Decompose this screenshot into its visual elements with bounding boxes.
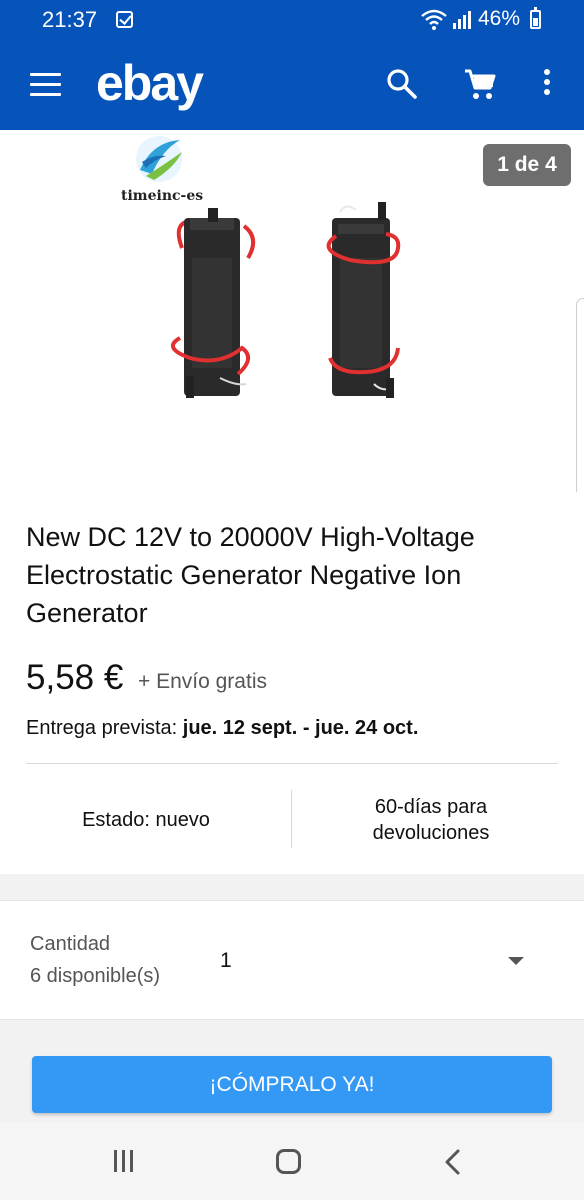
status-time: 21:37 (42, 7, 98, 32)
product-title: New DC 12V to 20000V High-Voltage Electr… (26, 522, 475, 628)
condition-info[interactable]: Estado: nuevo (0, 792, 292, 848)
battery-percent: 46% (478, 7, 521, 30)
scroll-handle[interactable] (576, 298, 584, 524)
battery-icon (530, 7, 541, 29)
condition-label: Estado: nuevo (82, 808, 210, 831)
image-gallery[interactable]: timeinc-es 1 de 4 (0, 130, 584, 524)
quantity-selector[interactable]: Cantidad 6 disponible(s) 1 (0, 900, 584, 1020)
signal-icon (453, 11, 471, 29)
status-bar: 21:37 46% (0, 0, 584, 40)
wifi-icon (421, 9, 447, 30)
buy-now-button[interactable]: ¡CÓMPRALO YA! (32, 1056, 552, 1113)
app-bar: ebay (0, 40, 584, 130)
shipping-info: + Envío gratis (138, 670, 267, 693)
divider (26, 763, 558, 764)
delivery-estimate: Entrega prevista: jue. 12 sept. - jue. 2… (26, 717, 418, 740)
back-icon[interactable] (443, 1149, 461, 1175)
dropdown-arrow-icon[interactable] (508, 957, 524, 965)
delivery-dates: jue. 12 sept. - jue. 24 oct. (182, 717, 419, 739)
product-info: New DC 12V to 20000V High-Voltage Electr… (0, 492, 584, 874)
product-price: 5,58 € (26, 658, 124, 697)
product-image[interactable] (160, 198, 420, 408)
system-nav-bar (0, 1122, 584, 1200)
checkbox-notification-icon (116, 11, 133, 28)
menu-icon[interactable] (30, 73, 61, 97)
more-vert-icon[interactable] (542, 69, 552, 99)
recents-icon[interactable] (114, 1150, 138, 1177)
search-icon[interactable] (386, 68, 418, 100)
image-counter-badge: 1 de 4 (483, 144, 571, 186)
delivery-label: Entrega prevista: (26, 717, 178, 739)
returns-line-2: devoluciones (372, 822, 490, 844)
returns-info[interactable]: 60-días para devoluciones (292, 792, 570, 848)
home-icon[interactable] (276, 1149, 301, 1174)
returns-line-1: 60-días para (374, 796, 488, 818)
cart-icon[interactable] (463, 68, 497, 102)
quantity-value[interactable]: 1 (220, 949, 232, 973)
quantity-available: 6 disponible(s) (30, 965, 161, 987)
ebay-logo[interactable]: ebay (96, 50, 204, 116)
quantity-label: Cantidad (30, 933, 111, 955)
seller-logo-icon (136, 136, 182, 182)
